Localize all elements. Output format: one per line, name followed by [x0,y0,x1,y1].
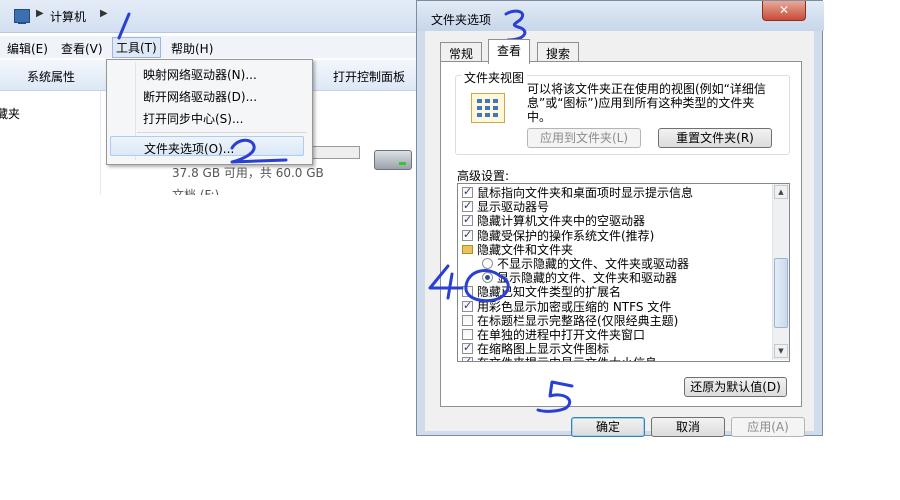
radio-button[interactable] [482,258,493,269]
folder-views-icon [471,93,505,123]
radio-button[interactable] [482,272,493,284]
folder-views-description: 可以将该文件夹正在使用的视图(例如“详细信息”或“图标”)应用到所有这种类型的文… [527,82,766,124]
open-control-panel-button[interactable]: 打开控制面板 [333,68,405,85]
tab-view[interactable]: 查看 [488,39,531,64]
menu-view[interactable]: 查看(V) [58,39,106,58]
menu-item-map-network-drive[interactable]: 映射网络驱动器(N)... [143,66,257,83]
menu-item-disconnect-network-drive[interactable]: 断开网络驱动器(D)... [143,88,257,105]
cancel-button[interactable]: 取消 [651,417,725,437]
scroll-up-icon[interactable]: ▲ [774,185,788,199]
tab-search[interactable]: 搜索 [537,42,580,63]
drive-label-partial[interactable]: 文档 (F:) [172,186,219,195]
hard-drive-icon[interactable] [374,150,412,170]
menu-tools[interactable]: 工具(T) [112,37,161,58]
dialog-titlebar[interactable]: 文件夹选项 ✕ [417,1,824,31]
apply-button[interactable]: 应用(A) [731,417,805,437]
explorer-window: ▶ 计算机 ▶ 编辑(E) 查看(V) 工具(T) 帮助(H) 系统属性 打开控… [0,0,416,195]
breadcrumb-arrow-icon[interactable]: ▶ [36,8,44,19]
menu-edit[interactable]: 编辑(E) [4,39,51,58]
breadcrumb-arrow-icon[interactable]: ▶ [100,8,108,19]
menu-separator [137,132,307,133]
menu-item-folder-options[interactable]: 文件夹选项(O)... [110,136,304,156]
address-bar[interactable]: ▶ 计算机 ▶ [0,0,416,33]
advanced-settings-scrollbar[interactable]: ▲ ▼ [772,184,789,360]
checkbox[interactable] [462,199,473,213]
advanced-setting-label: 在文件夹提示中显示文件大小信息 [477,356,657,361]
advanced-setting-label: 在缩略图上显示文件图标 [477,342,610,357]
close-button[interactable]: ✕ [762,1,806,21]
checkbox[interactable] [462,341,473,355]
system-properties-button[interactable]: 系统属性 [27,68,75,85]
advanced-settings-label: 高级设置: [457,169,510,183]
drive-space-text: 37.8 GB 可用，共 60.0 GB [172,166,324,180]
advanced-setting-label: 鼠标指向文件夹和桌面项时显示提示信息 [477,186,694,200]
advanced-setting-label: 在单独的进程中打开文件夹窗口 [477,328,646,342]
advanced-setting-label: 在标题栏显示完整路径(仅限经典主题) [477,313,679,328]
ok-button[interactable]: 确定 [571,417,645,437]
tab-general[interactable]: 常规 [440,42,483,63]
folder-views-label: 文件夹视图 [461,69,528,86]
checkbox[interactable] [462,329,473,340]
advanced-setting-label: 隐藏计算机文件夹中的空驱动器 [477,214,646,229]
nav-item-favorites[interactable]: 藏夹 [0,105,20,122]
advanced-setting-label: 不显示隐藏的文件、文件夹或驱动器 [497,257,690,271]
advanced-setting-label: 显示隐藏的文件、文件夹和驱动器 [497,271,678,286]
reset-folders-button[interactable]: 重置文件夹(R) [658,128,772,148]
advanced-setting-label: 隐藏受保护的操作系统文件(推荐) [477,228,655,243]
checkbox[interactable] [462,286,473,298]
tools-dropdown-menu: 映射网络驱动器(N)... 断开网络驱动器(D)... 打开同步中心(S)...… [106,59,313,165]
restore-defaults-button[interactable]: 还原为默认值(D) [684,377,787,397]
menu-bar: 编辑(E) 查看(V) 工具(T) 帮助(H) [0,36,416,58]
navigation-pane: 藏夹 [0,91,101,195]
computer-icon [14,9,30,24]
advanced-setting-label: 显示驱动器号 [477,200,550,215]
checkbox[interactable] [462,185,473,199]
advanced-settings-list[interactable]: 鼠标指向文件夹和桌面项时显示提示信息显示驱动器号隐藏计算机文件夹中的空驱动器隐藏… [457,183,790,362]
advanced-setting-label: 隐藏已知文件类型的扩展名 [477,285,622,300]
checkbox[interactable] [462,355,473,361]
apply-to-folders-button[interactable]: 应用到文件夹(L) [527,128,641,148]
dialog-title: 文件夹选项 [431,13,492,27]
scroll-thumb[interactable] [774,258,788,328]
folder-options-dialog: 文件夹选项 ✕ 常规 查看 搜索 文件夹视图 可以将该文件夹正在使用的视图(例如… [416,0,824,437]
checkbox[interactable] [462,314,473,326]
checkbox[interactable] [462,299,473,313]
advanced-setting-label: 隐藏文件和文件夹 [477,242,574,257]
menu-item-sync-center[interactable]: 打开同步中心(S)... [143,110,243,127]
checkbox[interactable] [462,213,473,227]
checkbox[interactable] [462,228,473,242]
breadcrumb-computer[interactable]: 计算机 [50,8,86,25]
menu-help[interactable]: 帮助(H) [168,39,216,58]
advanced-setting-label: 用彩色显示加密或压缩的 NTFS 文件 [477,299,672,314]
scroll-down-icon[interactable]: ▼ [774,344,788,358]
folder-icon [462,244,473,254]
